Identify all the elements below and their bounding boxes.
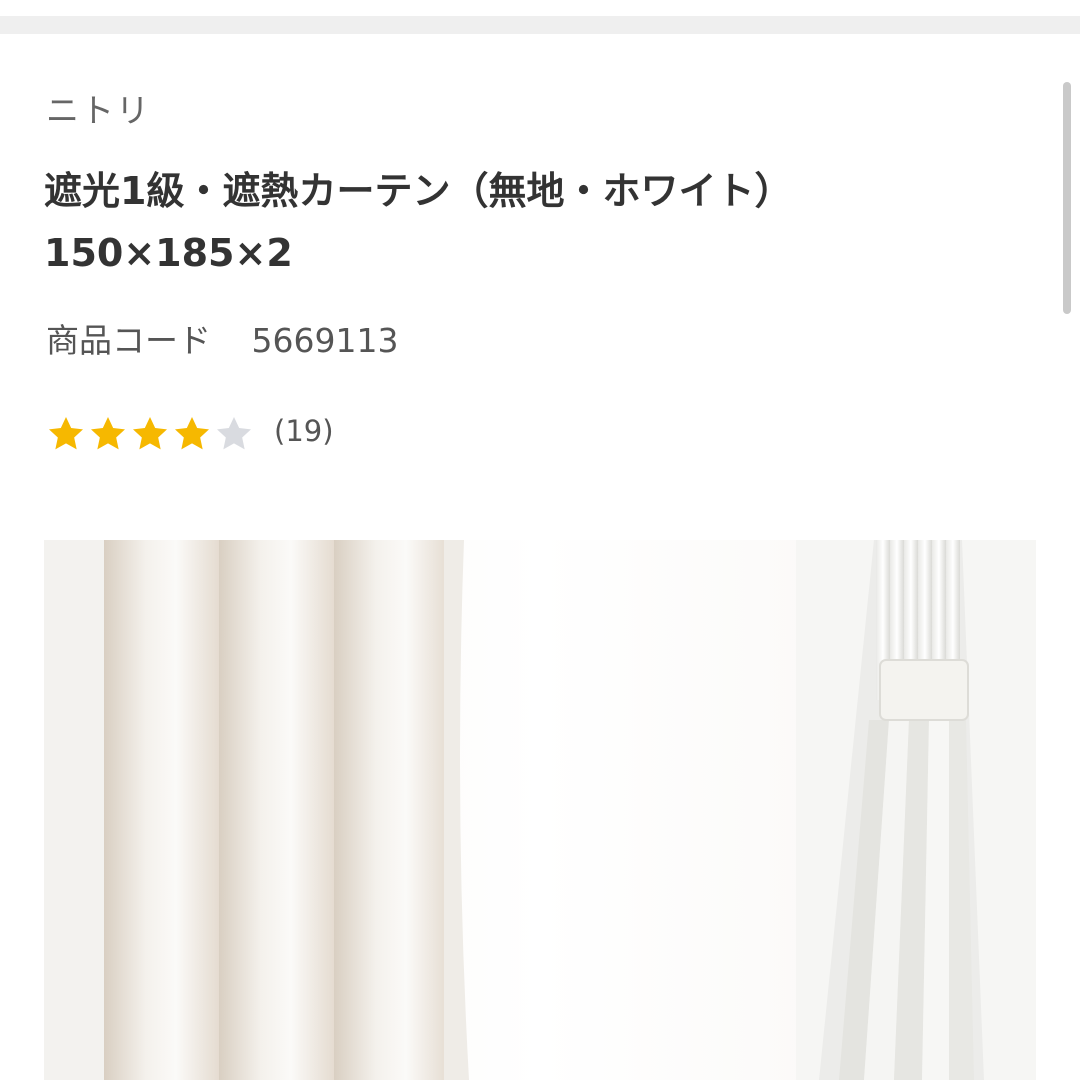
product-code: 商品コード 5669113 xyxy=(46,314,398,362)
review-count[interactable]: (19) xyxy=(274,414,334,448)
star-empty-icon xyxy=(217,417,251,450)
top-divider xyxy=(0,16,1080,34)
scrollbar[interactable] xyxy=(1063,82,1071,314)
product-code-value: 5669113 xyxy=(251,321,399,360)
product-code-label: 商品コード xyxy=(46,321,211,360)
product-image[interactable] xyxy=(44,540,1036,1080)
star-rating xyxy=(46,414,256,454)
star-filled-icon xyxy=(175,417,209,450)
star-filled-icon xyxy=(133,417,167,450)
curtain-photo xyxy=(44,540,1036,1080)
rating[interactable]: (19) xyxy=(46,410,334,458)
product-title-line1: 遮光1級・遮熱カーテン（無地・ホワイト） xyxy=(44,169,793,213)
product-title-line2: 150×185×2 xyxy=(44,231,293,275)
brand-name[interactable]: ニトリ xyxy=(46,84,151,132)
product-title: 遮光1級・遮熱カーテン（無地・ホワイト） 150×185×2 xyxy=(44,160,924,284)
star-filled-icon xyxy=(91,417,125,450)
star-filled-icon xyxy=(49,417,83,450)
